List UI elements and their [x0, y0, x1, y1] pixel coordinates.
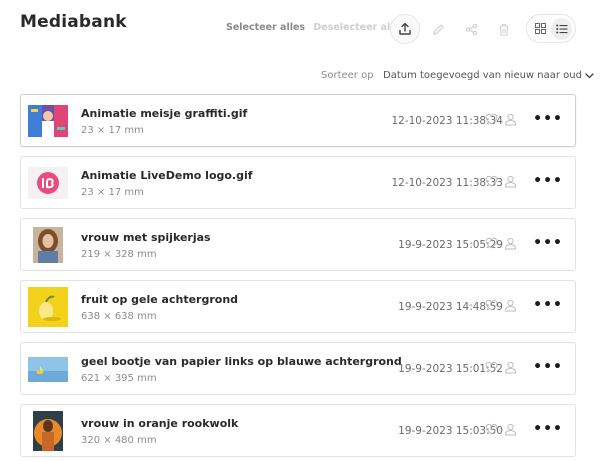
share-button[interactable] — [456, 14, 486, 44]
sort-value: Datum toegevoegd van nieuw naar oud — [383, 70, 582, 81]
media-row[interactable]: geel bootje van papier links op blauwe a… — [20, 342, 576, 395]
media-thumbnail — [28, 287, 68, 327]
selection-links: Selecteer alles Deselecteer alles — [226, 22, 406, 33]
heart-icon[interactable] — [485, 237, 498, 249]
share-icon — [465, 23, 477, 35]
view-toggle — [526, 14, 576, 43]
media-name: vrouw met spijkerjas — [81, 231, 211, 244]
user-icon[interactable] — [504, 113, 517, 126]
upload-icon — [399, 22, 411, 35]
media-thumbnail — [28, 357, 68, 382]
media-dimensions: 320 × 480 mm — [81, 435, 157, 446]
media-name: Animatie LiveDemo logo.gif — [81, 169, 253, 182]
media-row[interactable]: vrouw in oranje rookwolk 320 × 480 mm 19… — [20, 404, 576, 457]
media-row[interactable]: fruit op gele achtergrond 638 × 638 mm 1… — [20, 280, 576, 333]
more-options-icon[interactable]: ••• — [533, 236, 563, 250]
heart-icon[interactable] — [485, 175, 498, 187]
more-options-icon[interactable]: ••• — [533, 174, 563, 188]
media-name: fruit op gele achtergrond — [81, 293, 239, 306]
heart-icon[interactable] — [485, 423, 498, 435]
user-icon[interactable] — [504, 237, 517, 250]
edit-button[interactable] — [423, 14, 453, 44]
pencil-icon — [432, 23, 444, 35]
list-view-icon — [555, 24, 567, 33]
media-thumbnail — [33, 227, 63, 263]
user-icon[interactable] — [504, 175, 517, 188]
more-options-icon[interactable]: ••• — [533, 298, 563, 312]
user-icon[interactable] — [504, 423, 517, 436]
trash-icon — [499, 23, 509, 36]
grid-view-button[interactable] — [530, 18, 551, 40]
media-name: vrouw in oranje rookwolk — [81, 417, 239, 430]
more-options-icon[interactable]: ••• — [533, 422, 563, 436]
sort-label: Sorteer op — [321, 70, 374, 81]
media-dimensions: 621 × 395 mm — [81, 373, 157, 384]
media-thumbnail — [28, 105, 68, 137]
heart-icon[interactable] — [485, 113, 498, 125]
grid-view-icon — [535, 23, 546, 34]
more-options-icon[interactable]: ••• — [533, 112, 563, 126]
media-row[interactable]: Animatie meisje graffiti.gif 23 × 17 mm … — [20, 94, 576, 147]
delete-button[interactable] — [489, 14, 519, 44]
media-name: Animatie meisje graffiti.gif — [81, 107, 248, 120]
media-thumbnail — [28, 167, 68, 199]
media-dimensions: 23 × 17 mm — [81, 125, 144, 136]
upload-button[interactable] — [390, 14, 420, 44]
user-icon[interactable] — [504, 299, 517, 312]
sort-dropdown[interactable]: Datum toegevoegd van nieuw naar oud — [383, 70, 594, 81]
heart-icon[interactable] — [485, 299, 498, 311]
media-list: Animatie meisje graffiti.gif 23 × 17 mm … — [20, 94, 576, 462]
media-row[interactable]: vrouw met spijkerjas 219 × 328 mm 19-9-2… — [20, 218, 576, 271]
media-row[interactable]: Animatie LiveDemo logo.gif 23 × 17 mm 12… — [20, 156, 576, 209]
media-thumbnail — [33, 411, 63, 451]
page-title: Mediabank — [20, 12, 127, 32]
more-options-icon[interactable]: ••• — [533, 360, 563, 374]
chevron-down-icon — [585, 72, 594, 78]
user-icon[interactable] — [504, 361, 517, 374]
media-dimensions: 23 × 17 mm — [81, 187, 144, 198]
list-view-button[interactable] — [551, 17, 572, 40]
media-dimensions: 219 × 328 mm — [81, 249, 157, 260]
media-name: geel bootje van papier links op blauwe a… — [81, 355, 402, 368]
media-dimensions: 638 × 638 mm — [81, 311, 157, 322]
heart-icon[interactable] — [485, 361, 498, 373]
select-all-link[interactable]: Selecteer alles — [226, 22, 305, 33]
